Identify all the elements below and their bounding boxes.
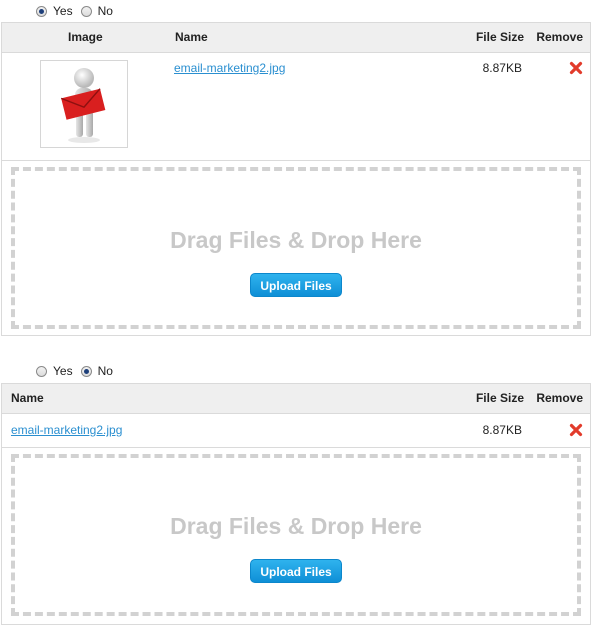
column-header-file-size: File Size [475, 391, 524, 405]
table-header: Image Name File Size Remove [2, 23, 590, 53]
file-size-value: 8.87KB [482, 61, 522, 75]
remove-file-icon[interactable] [569, 423, 583, 437]
remove-file-icon[interactable] [569, 61, 583, 75]
radio-no[interactable] [80, 5, 92, 17]
file-thumbnail-image [40, 60, 128, 148]
column-header-name: Name [175, 30, 208, 44]
column-header-image: Image [68, 30, 103, 44]
column-header-file-size: File Size [475, 30, 524, 44]
yes-no-radio-group: Yes No [36, 0, 121, 22]
table-row: email-marketing2.jpg 8.87KB [2, 414, 590, 448]
column-header-name: Name [11, 391, 44, 405]
radio-no-label: No [97, 4, 113, 18]
radio-yes[interactable] [36, 365, 47, 377]
file-name-link[interactable]: email-marketing2.jpg [174, 61, 285, 75]
radio-no[interactable] [80, 365, 92, 377]
person-holding-envelope-icon [60, 68, 106, 143]
upload-files-button[interactable]: Upload Files [250, 559, 342, 583]
drop-zone[interactable]: Drag Files & Drop Here Upload Files [11, 167, 581, 329]
file-size-value: 8.87KB [482, 423, 522, 437]
radio-yes-option[interactable]: Yes [36, 364, 73, 378]
radio-no-label: No [97, 364, 113, 378]
radio-yes-label: Yes [53, 364, 73, 378]
file-name-link[interactable]: email-marketing2.jpg [11, 423, 122, 437]
drop-zone[interactable]: Drag Files & Drop Here Upload Files [11, 454, 581, 616]
radio-yes-label: Yes [53, 4, 73, 18]
radio-yes-option[interactable]: Yes [36, 4, 73, 18]
radio-no-option[interactable]: No [80, 364, 113, 378]
yes-no-radio-group: Yes No [36, 360, 121, 382]
drop-zone-text: Drag Files & Drop Here [170, 227, 422, 253]
upload-files-button[interactable]: Upload Files [250, 273, 342, 297]
radio-no-option[interactable]: No [80, 4, 113, 18]
file-upload-panel: Name File Size Remove email-marketing2.j… [1, 383, 591, 625]
file-upload-panel-with-image: Image Name File Size Remove email-market… [1, 22, 591, 336]
table-header: Name File Size Remove [2, 384, 590, 414]
drop-zone-text: Drag Files & Drop Here [170, 513, 422, 539]
column-header-remove: Remove [536, 391, 583, 405]
table-row: email-marketing2.jpg 8.87KB [2, 53, 590, 161]
column-header-remove: Remove [536, 30, 583, 44]
radio-yes[interactable] [36, 5, 47, 17]
